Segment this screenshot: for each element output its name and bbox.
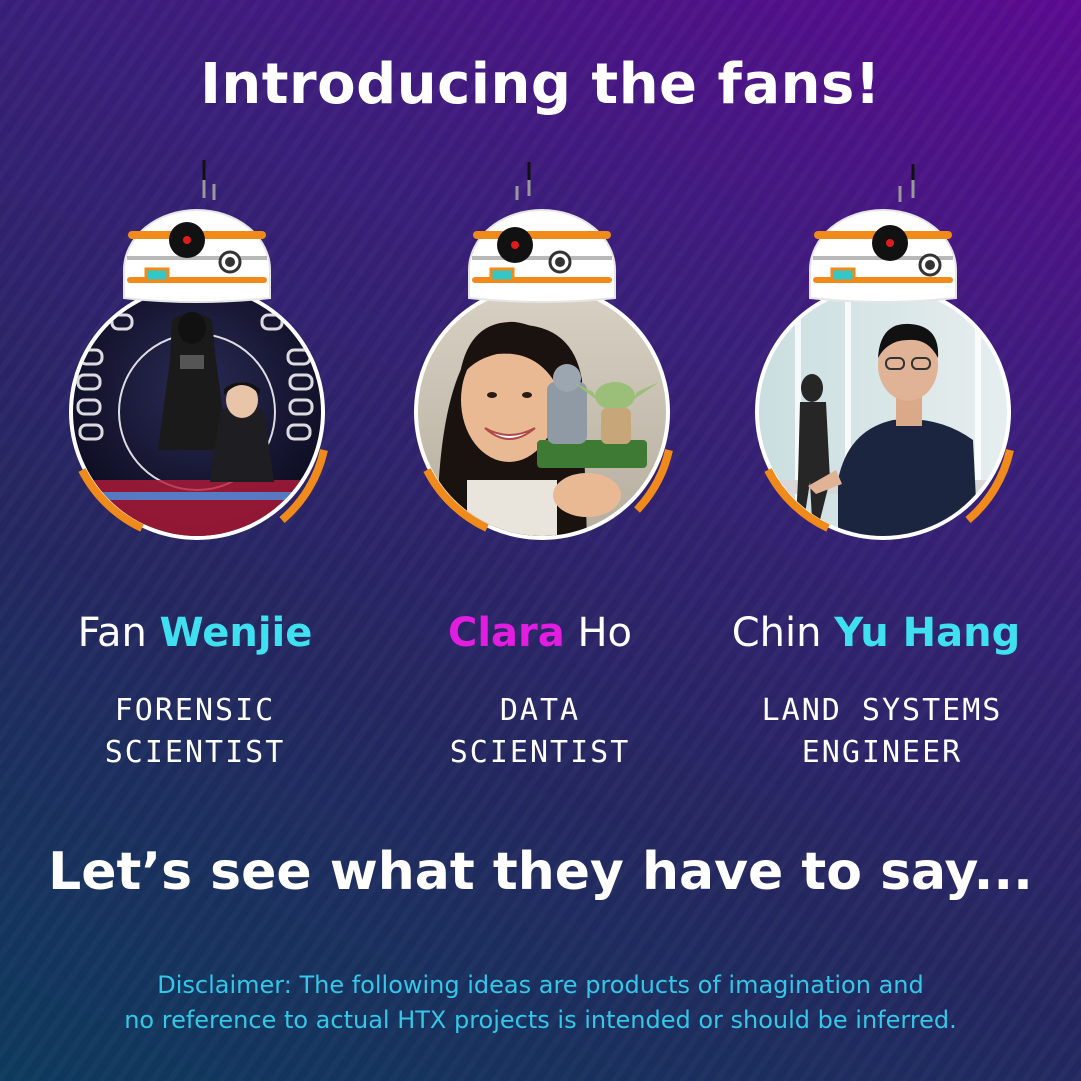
fan-role-3: LAND SYSTEMS ENGINEER — [702, 690, 1062, 774]
role-line: ENGINEER — [801, 735, 963, 770]
tagline: Let’s see what they have to say... — [48, 842, 1033, 902]
highlight-name: Clara — [447, 610, 565, 656]
highlight-name: Wenjie — [159, 610, 313, 656]
first-name: Fan — [77, 610, 147, 656]
fan-name-1: Fan Wenjie — [15, 610, 375, 656]
bb8-avatar-frame — [69, 160, 328, 540]
page-title: Introducing the fans! — [200, 52, 881, 117]
last-name: Ho — [577, 610, 633, 656]
bb8-avatar-frame — [755, 164, 1014, 540]
role-line: FORENSIC — [114, 693, 276, 728]
fan-name-2: Clara Ho — [360, 610, 720, 656]
fan-card-1 — [52, 150, 342, 550]
bb8-avatar-frame — [414, 162, 673, 540]
first-name: Chin — [731, 610, 822, 656]
role-line: LAND SYSTEMS — [761, 693, 1003, 728]
fan-role-2: DATA SCIENTIST — [360, 690, 720, 774]
disclaimer: Disclaimer: The following ideas are prod… — [0, 968, 1081, 1038]
disclaimer-line-2: no reference to actual HTX projects is i… — [124, 1006, 957, 1034]
role-line: SCIENTIST — [104, 735, 286, 770]
highlight-name: Yu Hang — [834, 610, 1021, 656]
fan-role-1: FORENSIC SCIENTIST — [15, 690, 375, 774]
fan-card-3 — [738, 150, 1028, 550]
role-line: DATA — [499, 693, 581, 728]
disclaimer-line-1: Disclaimer: The following ideas are prod… — [157, 971, 924, 999]
fan-name-3: Chin Yu Hang — [696, 610, 1056, 656]
role-line: SCIENTIST — [449, 735, 631, 770]
fan-card-2 — [397, 150, 687, 550]
